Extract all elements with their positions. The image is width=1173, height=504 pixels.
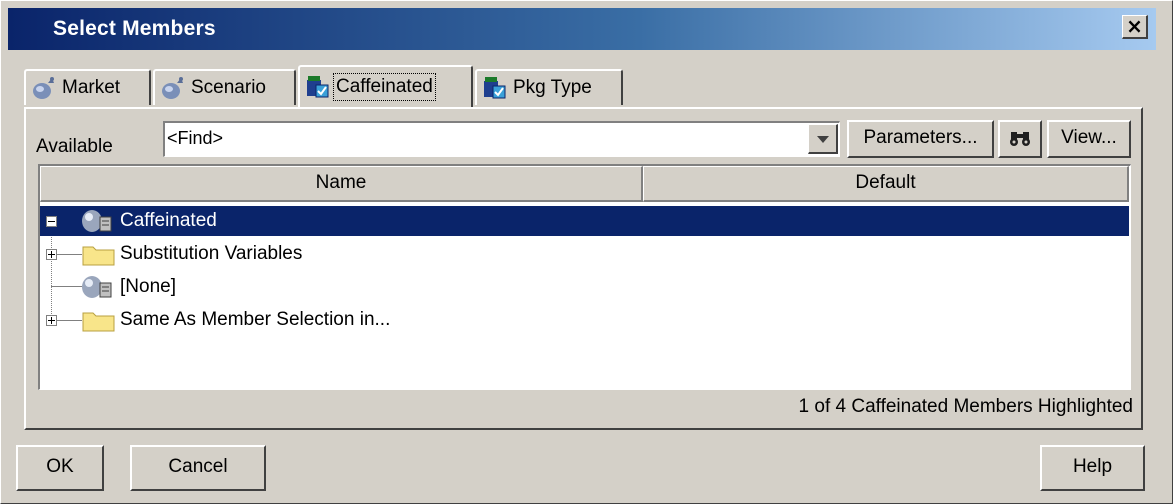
find-combobox[interactable]: [163, 121, 840, 157]
available-label: Available: [36, 136, 113, 157]
tab-label: Caffeinated: [333, 73, 436, 101]
tree-row-none[interactable]: [None]: [40, 272, 1129, 302]
member-icon: [82, 276, 112, 298]
status-text: 1 of 4 Caffeinated Members Highlighted: [798, 396, 1133, 417]
folder-icon: [82, 312, 115, 332]
tab-caffeinated[interactable]: Caffeinated: [298, 65, 473, 107]
tree-row-substitution-variables[interactable]: Substitution Variables: [40, 239, 1129, 269]
members-table[interactable]: Name Default Caffeinated Substitution Va…: [38, 164, 1131, 390]
tab-label: Pkg Type: [513, 77, 592, 98]
parameters-button[interactable]: Parameters...: [847, 120, 994, 158]
folder-icon: [82, 246, 115, 266]
tab-label: Scenario: [191, 77, 266, 98]
dimension-icon: [33, 77, 54, 99]
find-button[interactable]: [998, 120, 1042, 158]
tree-item-label: Substitution Variables: [120, 243, 303, 264]
tab-pkg-type[interactable]: Pkg Type: [475, 69, 623, 105]
tab-market[interactable]: Market: [24, 69, 151, 105]
attribute-dimension-icon: [484, 77, 506, 99]
attribute-dimension-icon: [307, 76, 329, 98]
column-header-default[interactable]: Default: [643, 166, 1129, 202]
help-button[interactable]: Help: [1040, 445, 1145, 491]
view-button[interactable]: View...: [1047, 120, 1131, 158]
tab-scenario[interactable]: Scenario: [153, 69, 296, 105]
member-icon: [82, 210, 112, 232]
collapse-toggle[interactable]: [46, 216, 57, 227]
tree-row-same-as-member-selection[interactable]: Same As Member Selection in...: [40, 305, 1129, 335]
title-bar: Select Members ×: [8, 8, 1156, 50]
tree-row-caffeinated[interactable]: Caffeinated: [40, 206, 1129, 236]
dimension-icon: [162, 77, 183, 99]
find-input[interactable]: [167, 128, 807, 149]
tree-item-label: Same As Member Selection in...: [120, 309, 391, 330]
dropdown-arrow-button[interactable]: [808, 124, 838, 154]
tree-item-label: Caffeinated: [120, 210, 217, 231]
tab-label: Market: [62, 77, 121, 98]
expand-toggle[interactable]: [46, 315, 57, 326]
ok-button[interactable]: OK: [16, 445, 104, 491]
expand-toggle[interactable]: [46, 249, 57, 260]
dialog-title: Select Members: [53, 17, 216, 40]
cancel-button[interactable]: Cancel: [130, 445, 266, 491]
binoculars-icon: [1010, 132, 1030, 146]
tree-item-label: [None]: [120, 276, 176, 297]
column-header-name[interactable]: Name: [40, 166, 643, 202]
close-button[interactable]: ×: [1122, 15, 1148, 39]
